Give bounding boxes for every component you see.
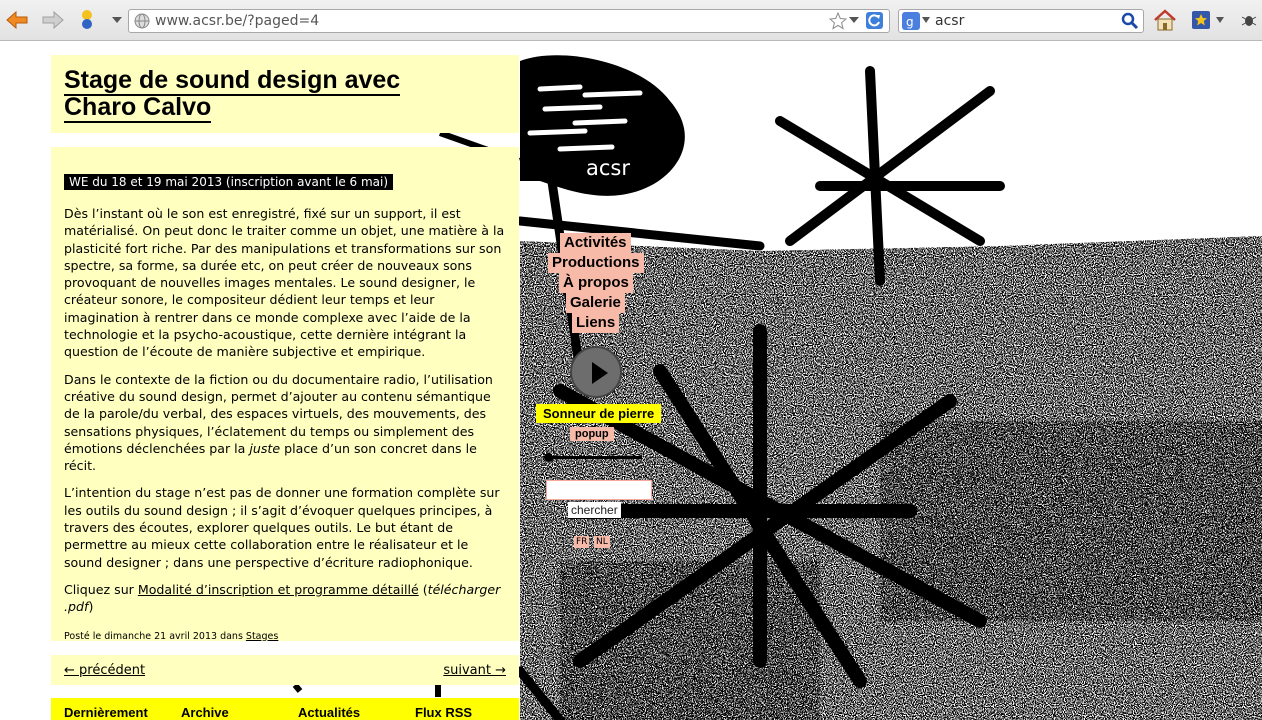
addon-button[interactable] (1236, 8, 1262, 32)
post-title-box: Stage de sound design avec Charo Calvo (51, 55, 519, 133)
next-page-link[interactable]: suivant → (443, 663, 506, 678)
volume-slider[interactable] (548, 456, 642, 459)
menu-item-productions[interactable]: Productions (548, 253, 644, 273)
search-button[interactable]: chercher (568, 502, 621, 519)
search-bar[interactable]: g acsr (898, 9, 1144, 33)
identity-icon (82, 10, 92, 29)
post-title-line-1[interactable]: Stage de sound design avec (64, 66, 401, 96)
language-fr[interactable]: FR (574, 536, 590, 548)
web-page: acsr Stage de sound design avec Charo Ca… (0, 41, 1262, 720)
post-title[interactable]: Stage de sound design avec Charo Calvo (64, 66, 401, 123)
footer-item-actualites[interactable]: Actualités (298, 705, 360, 720)
home-icon (1154, 9, 1176, 31)
footer-nav: Dernièrement Archive Actualités Flux RSS (51, 698, 519, 720)
post-title-line-2[interactable]: Charo Calvo (64, 93, 212, 123)
google-search-engine-icon[interactable]: g (902, 12, 920, 30)
back-button[interactable] (4, 8, 30, 32)
call-to-action: Cliquez sur Modalité d’inscription et pr… (64, 581, 507, 616)
site-identity-button[interactable] (74, 8, 100, 32)
cta-suffix: ) (88, 599, 94, 615)
registration-link[interactable]: Modalité d’inscription et programme déta… (138, 582, 419, 597)
event-date-badge: WE du 18 et 19 mai 2013 (inscription ava… (64, 174, 394, 190)
bookmark-star-icon[interactable] (829, 12, 847, 30)
language-nl[interactable]: NL (594, 536, 610, 548)
footer-item-dernierement[interactable]: Dernièrement (64, 705, 148, 720)
menu-item-a-propos[interactable]: À propos (559, 273, 633, 293)
post-meta-text: Posté le dimanche 21 avril 2013 dans (64, 630, 246, 642)
pagination: ← précédent suivant → (51, 655, 519, 685)
player-track-label[interactable]: Sonneur de pierre (536, 404, 662, 423)
post-content-box: WE du 18 et 19 mai 2013 (inscription ava… (51, 147, 519, 642)
forward-arrow-icon (42, 10, 64, 30)
footer-item-archive[interactable]: Archive (181, 705, 229, 720)
menu-item-activites[interactable]: Activités (560, 233, 631, 253)
previous-page-link[interactable]: ← précédent (64, 663, 145, 678)
url-dropdown-icon[interactable] (849, 16, 859, 24)
post-body: Dès l’instant où le son est enregistré, … (64, 205, 507, 645)
play-button[interactable] (570, 346, 622, 398)
category-link[interactable]: Stages (246, 631, 278, 642)
search-query-text[interactable]: acsr (935, 13, 964, 29)
paragraph-3: L’intention du stage n’est pas de donner… (64, 485, 500, 570)
forward-button[interactable] (40, 8, 66, 32)
menu-item-liens[interactable]: Liens (572, 313, 620, 333)
chevron-down-icon (112, 17, 122, 23)
search-icon[interactable] (1121, 12, 1139, 30)
menu-item-galerie[interactable]: Galerie (566, 293, 625, 313)
back-arrow-icon (6, 10, 28, 30)
popup-button[interactable]: popup (570, 427, 614, 441)
post-meta: Posté le dimanche 21 avril 2013 dans Sta… (64, 628, 507, 645)
cta-middle: ( (418, 581, 428, 597)
bug-icon (1241, 16, 1257, 26)
svg-text:g: g (906, 15, 914, 29)
history-dropdown-button[interactable] (104, 8, 130, 32)
footer-item-rss[interactable]: Flux RSS (415, 705, 472, 720)
reload-icon[interactable] (865, 11, 884, 30)
paragraph-1: Dès l’instant où le son est enregistré, … (64, 206, 505, 360)
home-button[interactable] (1152, 8, 1178, 32)
site-search-input[interactable] (546, 480, 652, 500)
cta-prefix: Cliquez sur (64, 581, 138, 597)
chevron-down-icon (1216, 17, 1224, 23)
volume-slider-handle[interactable] (544, 453, 553, 462)
address-bar[interactable]: www.acsr.be/?paged=4 (128, 9, 890, 33)
paragraph-2-emphasis: juste (249, 440, 281, 456)
logo-text[interactable]: acsr (586, 156, 630, 180)
globe-icon (134, 13, 150, 29)
bookmarks-button[interactable] (1188, 8, 1214, 32)
browser-toolbar: www.acsr.be/?paged=4 g acsr (0, 0, 1262, 41)
bookmarks-dropdown-button[interactable] (1213, 8, 1227, 32)
engine-dropdown-icon[interactable] (922, 17, 930, 23)
bookmark-star-box-icon (1192, 11, 1210, 29)
url-text[interactable]: www.acsr.be/?paged=4 (155, 13, 319, 29)
paragraph-2: Dans le contexte de la fiction ou du doc… (64, 371, 507, 475)
